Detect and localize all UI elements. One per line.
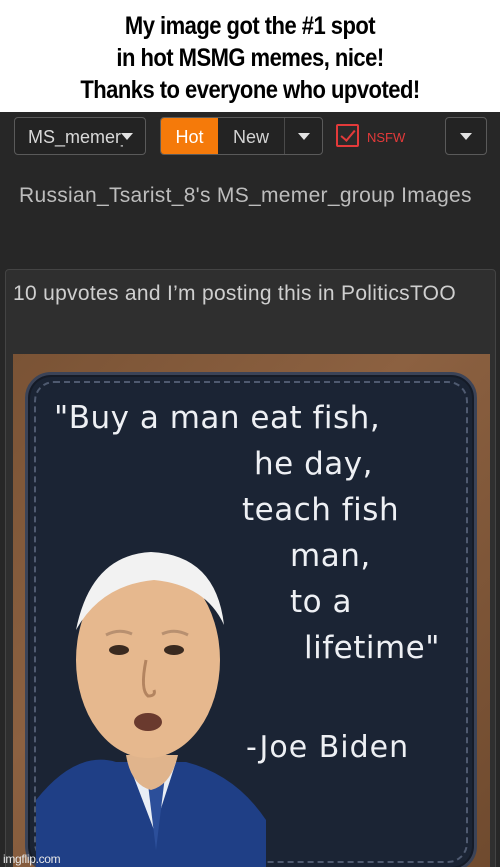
embroidered-patch: "Buy a man eat fish, he day, teach fish …: [25, 372, 477, 867]
toolbar: MS_memer_group Hot New NSFW: [0, 117, 500, 157]
options-menu-button[interactable]: [445, 117, 487, 155]
quote-line: lifetime": [304, 630, 441, 666]
chevron-down-icon: [121, 133, 133, 140]
patch-quote: "Buy a man eat fish, he day, teach fish …: [54, 395, 474, 671]
caption-text: My image got the #1 spot in hot MSMG mem…: [30, 10, 470, 106]
sort-new-button[interactable]: New: [218, 118, 284, 154]
meme-caption: My image got the #1 spot in hot MSMG mem…: [0, 0, 500, 112]
nsfw-label: NSFW: [367, 130, 406, 145]
quote-attribution: -Joe Biden: [246, 730, 410, 765]
group-select[interactable]: MS_memer_group: [14, 117, 146, 155]
post-title[interactable]: 10 upvotes and I’m posting this in Polit…: [13, 279, 483, 308]
imgflip-watermark: imgflip.com: [3, 852, 61, 866]
quote-line: he day,: [254, 446, 373, 482]
chevron-down-icon: [460, 133, 472, 140]
imgflip-screenshot: MS_memer_group Hot New NSFW Russian_Tsar…: [0, 112, 500, 867]
chevron-down-icon: [298, 133, 310, 140]
quote-line: man,: [290, 538, 371, 574]
sort-toggle: Hot New: [160, 117, 323, 155]
page-title: Russian_Tsarist_8's MS_memer_group Image…: [19, 184, 472, 207]
sort-hot-button[interactable]: Hot: [161, 118, 218, 154]
nsfw-checkbox[interactable]: [336, 124, 359, 147]
group-select-value: MS_memer_group: [28, 127, 123, 147]
caption-line: Thanks to everyone who upvoted!: [80, 75, 420, 104]
quote-line: to a: [290, 584, 352, 620]
post-card: 10 upvotes and I’m posting this in Polit…: [5, 269, 496, 867]
caption-line: in hot MSMG memes, nice!: [116, 43, 384, 72]
meme-image[interactable]: "Buy a man eat fish, he day, teach fish …: [13, 354, 490, 867]
sort-more-button[interactable]: [284, 118, 322, 154]
checkmark-icon: [340, 126, 356, 142]
quote-line: "Buy a man eat fish,: [54, 400, 381, 436]
quote-line: teach fish: [242, 492, 400, 528]
caption-line: My image got the #1 spot: [124, 11, 376, 40]
